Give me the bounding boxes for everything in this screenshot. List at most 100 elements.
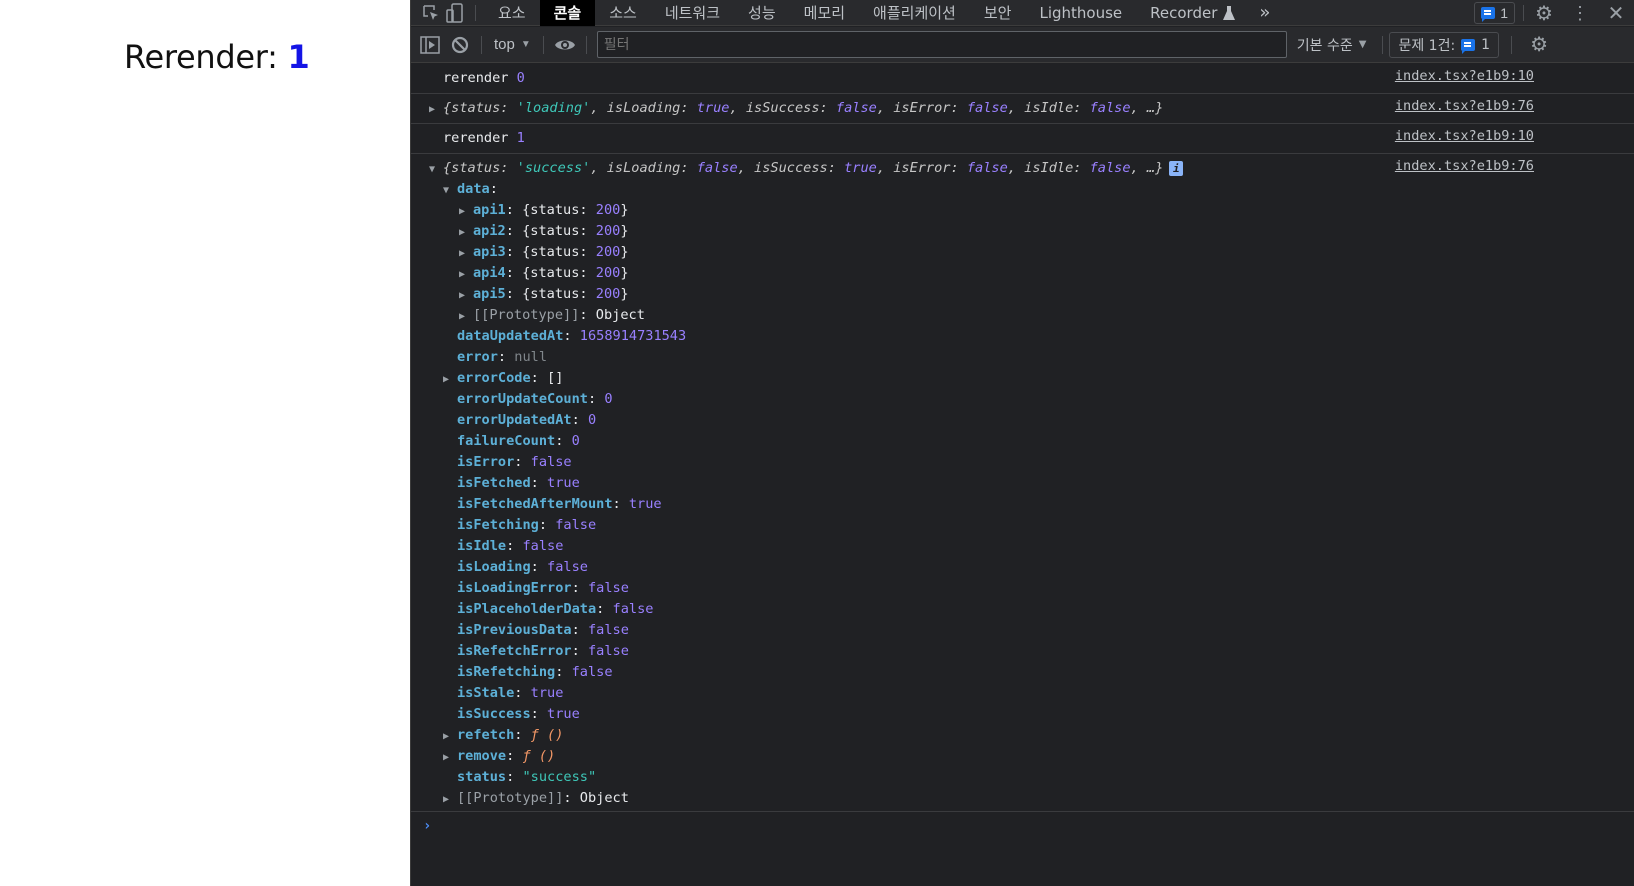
colon: : — [579, 307, 596, 323]
collapse-arrow-icon[interactable]: ▼ — [443, 180, 457, 201]
divider — [542, 35, 544, 54]
messages-button[interactable]: 1 — [1474, 2, 1515, 24]
tab-4[interactable]: 성능 — [734, 0, 790, 26]
tree-row[interactable]: ▶ [[Prototype]]: Object — [429, 305, 1634, 326]
issues-button[interactable]: 문제 1건: 1 — [1389, 31, 1500, 58]
log-level-selector[interactable]: 기본 수준 ▼ — [1287, 35, 1377, 55]
colon: : — [555, 433, 572, 449]
tab-2[interactable]: 소스 — [595, 0, 651, 26]
expand-arrow-icon[interactable]: ▶ — [459, 201, 473, 222]
tab-6[interactable]: 애플리케이션 — [859, 0, 970, 26]
tab-5[interactable]: 메모리 — [790, 0, 859, 26]
tab-0[interactable]: 요소 — [484, 0, 540, 26]
collapse-arrow-icon[interactable]: ▼ — [429, 159, 443, 180]
tree-row[interactable]: ▶ api5: {status: 200} — [429, 284, 1634, 305]
clear-console-icon[interactable] — [445, 30, 475, 60]
log-level-value: 기본 수준 — [1296, 37, 1353, 54]
filter-input[interactable] — [596, 31, 1287, 58]
prop-key: errorUpdatedAt — [457, 412, 572, 428]
expand-arrow-icon[interactable]: ▶ — [443, 726, 457, 747]
console-message: ▼ {status: 'success', isLoading: false, i… — [411, 154, 1634, 812]
expand-arrow-icon[interactable]: ▶ — [459, 306, 473, 327]
gear-icon[interactable]: ⚙ — [1532, 1, 1556, 25]
tree-row[interactable]: ▼ data: — [429, 179, 1634, 200]
expand-arrow-icon[interactable]: ▶ — [459, 285, 473, 306]
close-icon[interactable]: ✕ — [1604, 1, 1628, 25]
prop-key: isStale — [457, 685, 515, 701]
prop-key: isLoading — [457, 559, 531, 575]
tree-row[interactable]: ▶ [[Prototype]]: Object — [429, 788, 1634, 809]
expand-arrow-icon[interactable]: ▶ — [459, 222, 473, 243]
tree-row[interactable]: ▶ refetch: ƒ () — [429, 725, 1634, 746]
tree-row[interactable]: ▶ errorCode: [] — [429, 368, 1634, 389]
tree-row[interactable]: ▶ api3: {status: 200} — [429, 242, 1634, 263]
eye-icon[interactable] — [550, 30, 580, 60]
colon: : — [506, 769, 523, 785]
tab-8[interactable]: Lighthouse — [1025, 0, 1136, 26]
colon: : — [530, 370, 548, 386]
expand-arrow-icon[interactable]: ▶ — [443, 789, 457, 810]
tree-row[interactable]: ▶ remove: ƒ () — [429, 746, 1634, 767]
rerender-label: Rerender: — [124, 38, 288, 76]
prop-key: failureCount — [457, 433, 556, 449]
flask-icon — [1223, 0, 1236, 26]
tab-3[interactable]: 네트워크 — [651, 0, 734, 26]
prop-key: [[Prototype]] — [457, 790, 564, 806]
info-icon[interactable]: i — [1169, 160, 1184, 176]
more-vertical-icon[interactable]: ⋮ — [1568, 1, 1592, 25]
prop-value: false — [547, 559, 588, 575]
expand-arrow-icon[interactable]: ▶ — [459, 264, 473, 285]
prop-key: isPlaceholderData — [457, 601, 597, 617]
tab-9[interactable]: Recorder — [1136, 0, 1231, 26]
source-link[interactable]: index.tsx?e1b9:76 — [1395, 158, 1534, 174]
app-page: Rerender: 1 — [0, 0, 410, 886]
inspect-icon[interactable] — [419, 1, 443, 25]
prop-value: [] — [547, 370, 564, 386]
device-toolbar-icon[interactable] — [443, 1, 467, 25]
console-prompt[interactable]: › — [411, 816, 1634, 837]
colon: : — [571, 622, 588, 638]
colon: : — [489, 181, 498, 197]
console-message: rerender 0 index.tsx?e1b9:10 — [411, 64, 1634, 94]
rerender-counter: Rerender: 1 — [124, 38, 310, 76]
tree-row[interactable]: ▶ api4: {status: 200} — [429, 263, 1634, 284]
context-selector[interactable]: top ▼ — [488, 36, 537, 53]
tab-1[interactable]: 콘솔 — [539, 0, 596, 26]
divider — [481, 35, 482, 54]
sidebar-toggle-icon[interactable] — [415, 30, 445, 60]
colon: : — [505, 286, 523, 302]
expand-arrow-icon[interactable]: ▶ — [459, 243, 473, 264]
brace: } — [620, 202, 629, 218]
more-tabs-button[interactable]: » — [1245, 0, 1284, 26]
colon: : — [563, 328, 580, 344]
tab-7[interactable]: 보안 — [970, 0, 1026, 26]
expand-arrow-icon[interactable]: ▶ — [443, 747, 457, 768]
source-link[interactable]: index.tsx?e1b9:76 — [1395, 98, 1534, 114]
tree-row: isStale: true — [429, 683, 1634, 704]
devtools-panel: 요소 콘솔 소스 네트워크 성능 메모리 애플리케이션 보안 Lighthouse Recorde… — [410, 0, 1634, 886]
prop-value: true — [530, 685, 564, 701]
prop-value: false — [522, 538, 564, 554]
log-value: 0 — [516, 70, 525, 86]
divider — [585, 35, 587, 54]
tree-row: dataUpdatedAt: 1658914731543 — [429, 326, 1634, 347]
tree-row[interactable]: ▶ api1: {status: 200} — [429, 200, 1634, 221]
colon: : — [505, 265, 523, 281]
prop-value: Object — [579, 790, 629, 806]
prop-key: api2 — [473, 223, 506, 239]
colon: : — [530, 559, 548, 575]
expand-arrow-icon[interactable]: ▶ — [429, 99, 443, 120]
prop-value: {status: — [522, 223, 596, 239]
console-settings-icon[interactable]: ⚙ — [1524, 30, 1554, 60]
colon: : — [612, 496, 629, 512]
object-tree: ▼ data: ▶ api1: {status: 200} ▶ api2: {status… — [429, 179, 1634, 809]
prop-value: null — [514, 349, 548, 365]
source-link[interactable]: index.tsx?e1b9:10 — [1395, 128, 1534, 144]
tree-row: errorUpdateCount: 0 — [429, 389, 1634, 410]
colon: : — [530, 706, 548, 722]
tree-row[interactable]: ▶ api2: {status: 200} — [429, 221, 1634, 242]
colon: : — [596, 601, 613, 617]
source-link[interactable]: index.tsx?e1b9:10 — [1395, 68, 1534, 84]
expand-arrow-icon[interactable]: ▶ — [443, 369, 457, 390]
log-value: 1 — [516, 130, 525, 146]
